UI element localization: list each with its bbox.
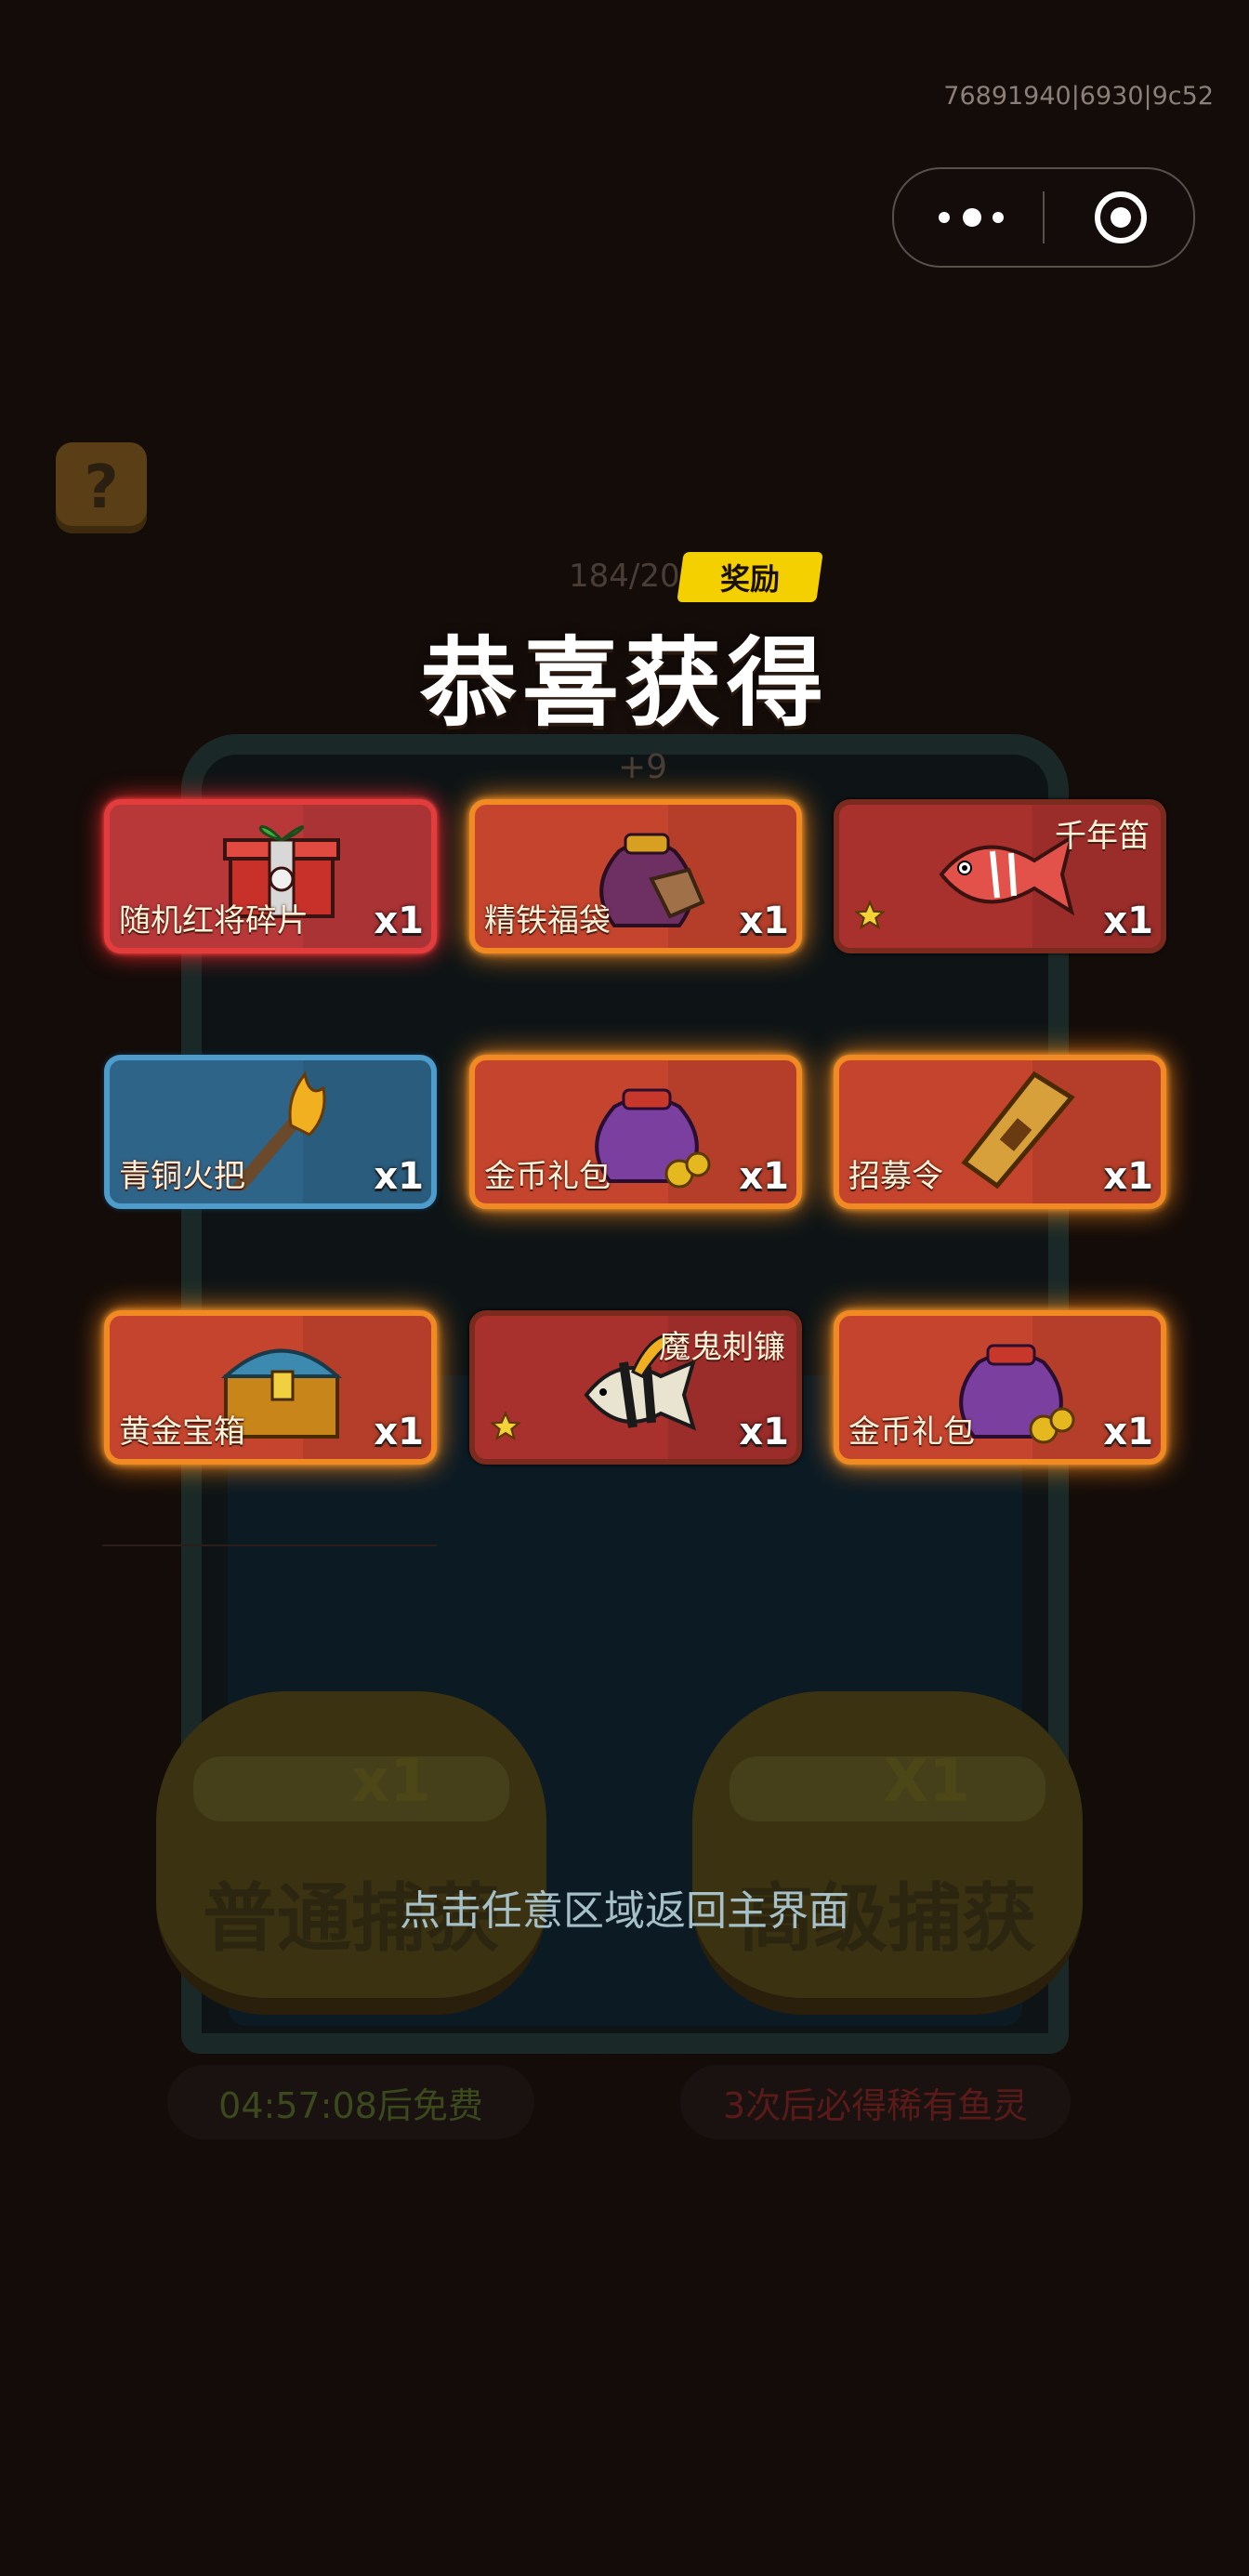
normal-capture-count: x1 [351, 1747, 431, 1816]
dimmed-progress: 184/20 [569, 558, 680, 595]
divider-line [102, 1544, 437, 1546]
item-quantity: x1 [1103, 1155, 1153, 1198]
reward-card[interactable]: 青铜火把 x1 [104, 1055, 437, 1209]
reward-card[interactable]: 金币礼包 x1 [834, 1310, 1166, 1465]
item-quantity: x1 [374, 1411, 424, 1453]
mini-program-capsule[interactable] [892, 167, 1195, 268]
reward-badge: 奖励 [677, 552, 823, 602]
item-quantity: x1 [739, 900, 789, 942]
target-circle-icon[interactable] [1093, 190, 1149, 245]
question-mark-icon: ? [84, 453, 119, 522]
item-quantity: x1 [1103, 1411, 1153, 1453]
reward-card[interactable]: 随机红将碎片 x1 [104, 799, 437, 953]
reward-card[interactable]: 黄金宝箱 x1 [104, 1310, 437, 1465]
advanced-capture-count: X1 [883, 1747, 970, 1816]
reward-card[interactable]: 金币礼包 x1 [469, 1055, 802, 1209]
item-name: 精铁福袋 [484, 902, 611, 940]
reward-card[interactable]: 招募令 x1 [834, 1055, 1166, 1209]
item-name: 金币礼包 [484, 1158, 611, 1195]
dimmed-plus-count: +9 [618, 748, 668, 786]
recruit-token-icon [961, 1071, 1075, 1189]
reward-card[interactable]: 精铁福袋 x1 [469, 799, 802, 953]
item-quantity: x1 [374, 900, 424, 942]
item-quantity: x1 [739, 1411, 789, 1453]
reward-card[interactable]: 千年笛 x1 [834, 799, 1166, 953]
capsule-divider [1043, 191, 1045, 243]
item-name: 招募令 [848, 1158, 943, 1195]
star-icon [854, 900, 886, 930]
item-quantity: x1 [1103, 900, 1153, 942]
item-quantity: x1 [374, 1155, 424, 1198]
free-timer: 04:57:08后免费 [167, 2065, 534, 2139]
item-quantity: x1 [739, 1155, 789, 1198]
rare-guarantee-text: 3次后必得稀有鱼灵 [680, 2065, 1071, 2139]
item-name: 随机红将碎片 [119, 902, 309, 940]
normal-capture-button: x1 普通捕获 [156, 1691, 546, 2015]
build-id-text: 76891940|6930|9c52 [943, 82, 1214, 111]
item-name: 金币礼包 [848, 1413, 975, 1451]
item-name: 千年笛 [1055, 818, 1150, 855]
item-name: 青铜火把 [119, 1158, 245, 1195]
star-icon [490, 1411, 521, 1441]
more-dots-icon[interactable] [939, 197, 1013, 238]
page-title: 恭喜获得 [419, 626, 829, 740]
help-button[interactable]: ? [56, 442, 147, 533]
reward-card[interactable]: 魔鬼刺镰 x1 [469, 1310, 802, 1465]
item-name: 黄金宝箱 [119, 1413, 245, 1451]
advanced-capture-button: X1 高级捕获 [692, 1691, 1083, 2015]
return-hint[interactable]: 点击任意区域返回主界面 [0, 1877, 1249, 1937]
item-name: 魔鬼刺镰 [659, 1329, 785, 1366]
